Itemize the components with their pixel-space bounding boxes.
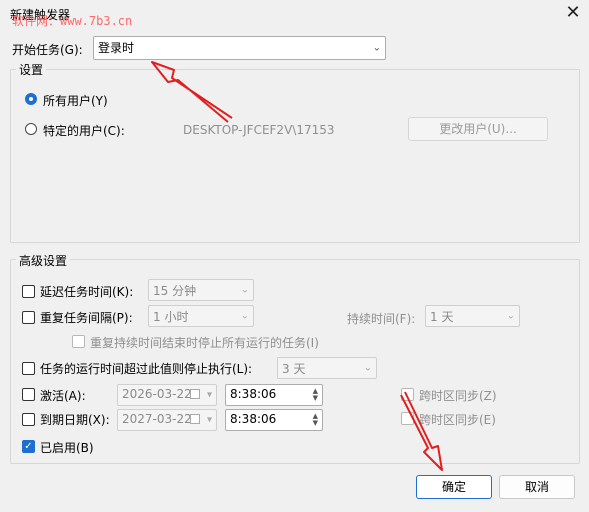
arrow-to-ok-button <box>400 391 443 471</box>
arrow-to-start-task <box>151 61 233 123</box>
annotation-arrows <box>151 61 443 471</box>
